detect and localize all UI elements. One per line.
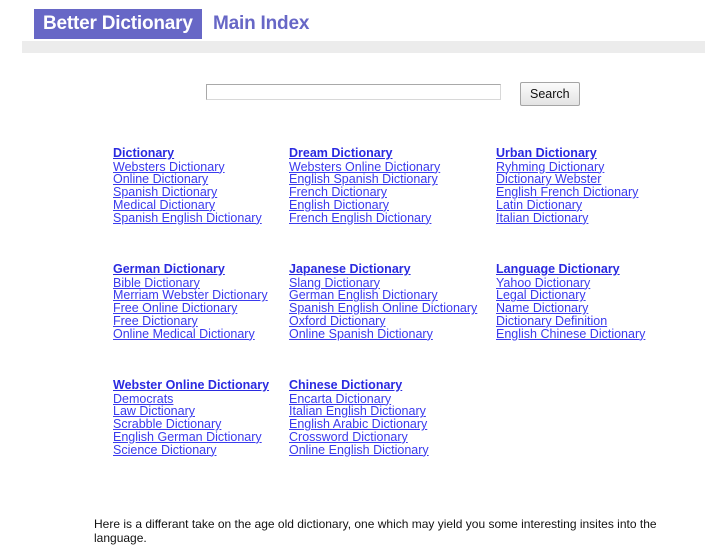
category-heading-german-dictionary[interactable]: German Dictionary — [113, 262, 268, 277]
category-heading-dream-dictionary[interactable]: Dream Dictionary — [289, 146, 440, 161]
category-heading-webster-online-dictionary[interactable]: Webster Online Dictionary — [113, 378, 269, 393]
category-link[interactable]: English German Dictionary — [113, 431, 269, 444]
category-link[interactable]: Crossword Dictionary — [289, 431, 429, 444]
category-link[interactable]: Spanish English Online Dictionary — [289, 302, 477, 315]
search-input[interactable] — [206, 84, 501, 100]
category-link[interactable]: English Arabic Dictionary — [289, 418, 429, 431]
category-link[interactable]: Free Online Dictionary — [113, 302, 268, 315]
link-column: German Dictionary Bible Dictionary Merri… — [113, 262, 268, 341]
link-column: Chinese Dictionary Encarta Dictionary It… — [289, 378, 429, 457]
category-link[interactable]: Latin Dictionary — [496, 199, 638, 212]
category-link[interactable]: English French Dictionary — [496, 186, 638, 199]
link-grid: Dictionary Websters Dictionary Online Di… — [0, 146, 727, 495]
category-heading-dictionary[interactable]: Dictionary — [113, 146, 262, 161]
page-header: Better Dictionary Main Index — [0, 0, 727, 53]
link-column: Urban Dictionary Ryhming Dictionary Dict… — [496, 146, 638, 225]
category-link[interactable]: Name Dictionary — [496, 302, 645, 315]
category-heading-chinese-dictionary[interactable]: Chinese Dictionary — [289, 378, 429, 393]
link-column: Dictionary Websters Dictionary Online Di… — [113, 146, 262, 225]
category-link[interactable]: Online English Dictionary — [289, 443, 429, 457]
category-link[interactable]: French Dictionary — [289, 186, 440, 199]
category-link[interactable]: Spanish English Dictionary — [113, 211, 262, 225]
category-link[interactable]: Spanish Dictionary — [113, 186, 262, 199]
category-link[interactable]: Dictionary Definition — [496, 315, 645, 328]
footer-note: Here is a differant take on the age old … — [94, 517, 657, 545]
category-heading-urban-dictionary[interactable]: Urban Dictionary — [496, 146, 638, 161]
link-column: Japanese Dictionary Slang Dictionary Ger… — [289, 262, 477, 341]
link-row: Dictionary Websters Dictionary Online Di… — [0, 146, 727, 263]
category-link[interactable]: Italian Dictionary — [496, 211, 638, 225]
category-link[interactable]: French English Dictionary — [289, 211, 440, 225]
link-row: German Dictionary Bible Dictionary Merri… — [0, 262, 727, 379]
search-button[interactable]: Search — [520, 82, 580, 106]
brand-badge: Better Dictionary — [34, 9, 202, 39]
link-row: Webster Online Dictionary Democrats Law … — [0, 378, 727, 495]
search-area: Search — [0, 82, 727, 110]
header-divider — [22, 41, 705, 53]
category-link[interactable]: Scrabble Dictionary — [113, 418, 269, 431]
category-link[interactable]: Science Dictionary — [113, 443, 269, 457]
link-column: Webster Online Dictionary Democrats Law … — [113, 378, 269, 457]
link-column: Language Dictionary Yahoo Dictionary Leg… — [496, 262, 645, 341]
page-title: Main Index — [213, 13, 310, 34]
category-link[interactable]: English Chinese Dictionary — [496, 327, 645, 341]
category-link[interactable]: English Dictionary — [289, 199, 440, 212]
category-heading-language-dictionary[interactable]: Language Dictionary — [496, 262, 645, 277]
link-column: Dream Dictionary Websters Online Diction… — [289, 146, 440, 225]
category-link[interactable]: Medical Dictionary — [113, 199, 262, 212]
category-link[interactable]: Free Dictionary — [113, 315, 268, 328]
category-link[interactable]: Online Medical Dictionary — [113, 327, 268, 341]
category-link[interactable]: Online Spanish Dictionary — [289, 327, 477, 341]
category-heading-japanese-dictionary[interactable]: Japanese Dictionary — [289, 262, 477, 277]
category-link[interactable]: Oxford Dictionary — [289, 315, 477, 328]
